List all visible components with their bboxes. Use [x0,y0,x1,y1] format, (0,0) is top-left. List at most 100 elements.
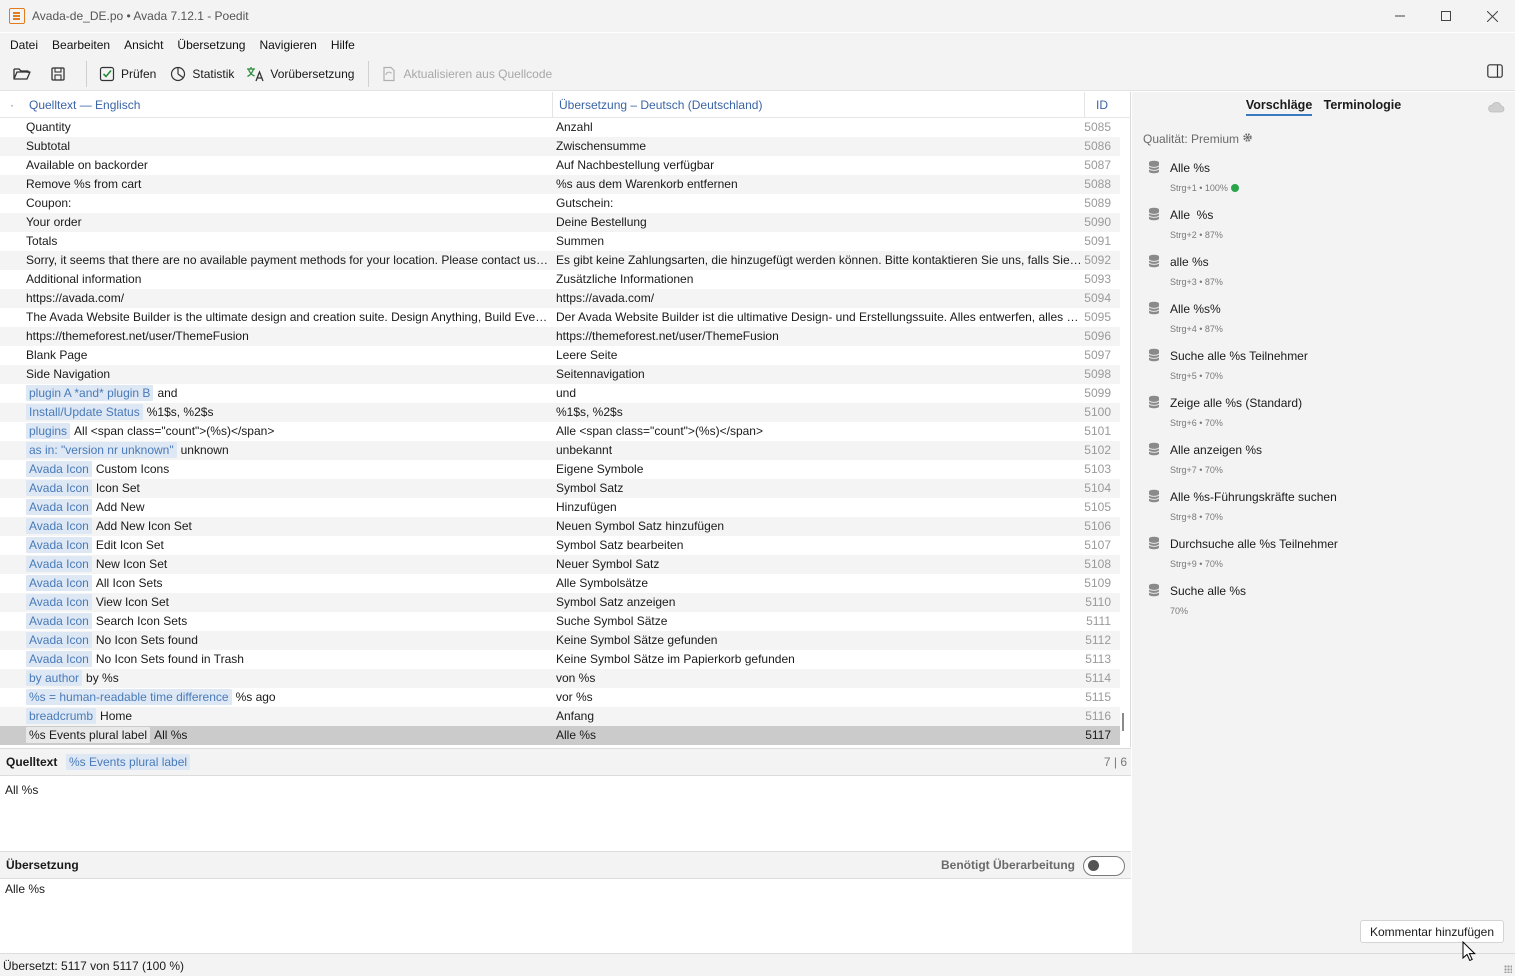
source-string: Blank Page [26,348,88,362]
maximize-button[interactable] [1423,0,1469,32]
table-row[interactable]: Side Navigation Seitennavigation 5098 [0,365,1120,384]
table-row[interactable]: Avada Icon No Icon Sets found Keine Symbol… [0,631,1120,650]
minimize-button[interactable] [1377,0,1423,32]
context-badge: %s = human-readable time difference [26,689,232,705]
table-row[interactable]: Subtotal Zwischensumme 5086 [0,137,1120,156]
suggestion-item[interactable]: Alle %s% Strg+4 • 87% [1146,299,1506,346]
folder-open-icon [12,64,32,84]
table-row[interactable]: by author by %s von %s 5114 [0,669,1120,688]
source-string: https://avada.com/ [26,291,125,305]
row-translation: Alle <span class="count">(%s)</span> [556,424,763,438]
list-scrollbar-thumb[interactable] [1122,713,1124,731]
suggestion-item[interactable]: Alle %s-Führungskräfte suchen Strg+8 • 70… [1146,487,1506,534]
row-id: 5117 [1085,728,1111,742]
suggestion-item[interactable]: Alle %s Strg+2 • 87% [1146,205,1506,252]
table-row[interactable]: Your order Deine Bestellung 5090 [0,213,1120,232]
menu-view[interactable]: Ansicht [117,38,170,52]
suggestion-item[interactable]: Suche alle %s 70% [1146,581,1506,628]
row-id: 5092 [1084,253,1111,267]
add-comment-button[interactable]: Kommentar hinzufügen [1360,920,1504,943]
statistics-button[interactable]: Statistik [164,61,238,87]
menu-navigate[interactable]: Navigieren [252,38,323,52]
suggestion-item[interactable]: Durchsuche alle %s Teilnehmer Strg+9 • 70… [1146,534,1506,581]
table-row[interactable]: https://themeforest.net/user/ThemeFusion… [0,327,1120,346]
table-row[interactable]: Install/Update Status %1$s, %2$s %1$s, %2$… [0,403,1120,422]
pretranslate-button[interactable]: Vorübersetzung [242,61,358,87]
row-translation: https://themeforest.net/user/ThemeFusion [556,329,779,343]
row-id: 5107 [1084,538,1111,552]
validate-button[interactable]: Prüfen [93,61,160,87]
save-button[interactable] [44,61,76,87]
menu-translation[interactable]: Übersetzung [170,38,252,52]
table-row[interactable]: Blank Page Leere Seite 5097 [0,346,1120,365]
column-separator[interactable] [1084,92,1085,118]
menu-edit[interactable]: Bearbeiten [45,38,117,52]
cloud-icon[interactable] [1487,101,1505,116]
suggestion-meta: Strg+4 • 87% [1170,324,1223,334]
gear-icon[interactable] [1242,132,1253,146]
table-row[interactable]: plugins All <span class="count">(%s)</spa… [0,422,1120,441]
table-row[interactable]: Quantity Anzahl 5085 [0,118,1120,137]
open-button[interactable] [8,61,40,87]
row-source: Side Navigation [26,365,550,384]
row-id: 5099 [1084,386,1111,400]
status-text: Übersetzt: 5117 von 5117 (100 %) [3,959,184,973]
table-row[interactable]: Remove %s from cart %s aus dem Warenkorb … [0,175,1120,194]
source-string: Edit Icon Set [95,538,164,552]
row-translation: Suche Symbol Sätze [556,614,668,628]
table-row[interactable]: Avada Icon No Icon Sets found in Trash Kei… [0,650,1120,669]
header-source-column[interactable]: Quelltext — Englisch [29,98,140,112]
table-row[interactable]: as in: "version nr unknown" unknown unbeka… [0,441,1120,460]
table-row[interactable]: Avada Icon All Icon Sets Alle Symbolsätze 5… [0,574,1120,593]
column-separator[interactable] [552,92,553,118]
source-string: Home [100,709,133,723]
table-row[interactable]: Avada Icon Custom Icons Eigene Symbole 5103 [0,460,1120,479]
table-row[interactable]: Additional information Zusätzliche Inform… [0,270,1120,289]
tab-suggestions[interactable]: Vorschläge [1245,98,1313,116]
needs-work-toggle[interactable] [1083,856,1125,876]
row-id: 5113 [1085,652,1111,666]
table-row[interactable]: Totals Summen 5091 [0,232,1120,251]
header-status-column[interactable]: · [10,98,14,112]
update-from-source-button[interactable]: Aktualisieren aus Quellcode [375,61,556,87]
table-row[interactable]: Avada Icon Icon Set Symbol Satz 5104 [0,479,1120,498]
table-row[interactable]: %s = human-readable time difference %s ag… [0,688,1120,707]
table-row[interactable]: Avada Icon Add New Icon Set Neuen Symbol S… [0,517,1120,536]
translation-input[interactable]: Alle %s [5,882,45,896]
mouse-cursor-icon [1462,941,1476,962]
table-row[interactable]: breadcrumb Home Anfang 5116 [0,707,1120,726]
check-square-icon [97,64,117,84]
row-source: Quantity [26,118,550,137]
resize-grip[interactable] [1504,965,1512,973]
table-row[interactable]: Avada Icon Add New Hinzufügen 5105 [0,498,1120,517]
table-row[interactable]: Coupon: Gutschein: 5089 [0,194,1120,213]
menu-file[interactable]: Datei [3,38,45,52]
suggestion-item[interactable]: Zeige alle %s (Standard) Strg+6 • 70% [1146,393,1506,440]
translation-label: Übersetzung [6,858,79,872]
suggestion-item[interactable]: alle %s Strg+3 • 87% [1146,252,1506,299]
table-row[interactable]: Avada Icon Edit Icon Set Symbol Satz bearb… [0,536,1120,555]
sidebar-toggle-button[interactable] [1487,64,1503,81]
row-id: 5090 [1084,215,1111,229]
table-row[interactable]: Avada Icon New Icon Set Neuer Symbol Satz 5… [0,555,1120,574]
table-row[interactable]: The Avada Website Builder is the ultimat… [0,308,1120,327]
table-row[interactable]: Available on backorder Auf Nachbestellung… [0,156,1120,175]
row-translation: Der Avada Website Builder ist die ultima… [556,310,1082,324]
table-row[interactable]: https://avada.com/https://avada.com/5094 [0,289,1120,308]
close-button[interactable] [1469,0,1515,32]
row-translation: und [556,386,577,400]
suggestion-item[interactable]: Alle %s Strg+1 • 100% [1146,158,1506,205]
suggestion-item[interactable]: Suche alle %s Teilnehmer Strg+5 • 70% [1146,346,1506,393]
tab-terminology[interactable]: Terminologie [1324,98,1402,114]
table-row[interactable]: Sorry, it seems that there are no availa… [0,251,1120,270]
table-row[interactable]: plugin A *and* plugin Band und 5099 [0,384,1120,403]
header-id-column[interactable]: ID [1096,98,1108,112]
suggestion-item[interactable]: Alle anzeigen %s Strg+7 • 70% [1146,440,1506,487]
header-translation-column[interactable]: Übersetzung – Deutsch (Deutschland) [559,98,762,112]
menu-help[interactable]: Hilfe [324,38,362,52]
row-translation: Anzahl [556,120,593,134]
table-row[interactable]: %s Events plural label All %s Alle %s 5117 [0,726,1120,745]
table-row[interactable]: Avada Icon View Icon Set Symbol Satz anzei… [0,593,1120,612]
table-row[interactable]: Avada Icon Search Icon Sets Suche Symbol S… [0,612,1120,631]
suggestion-meta: Strg+1 • 100% [1170,183,1239,193]
